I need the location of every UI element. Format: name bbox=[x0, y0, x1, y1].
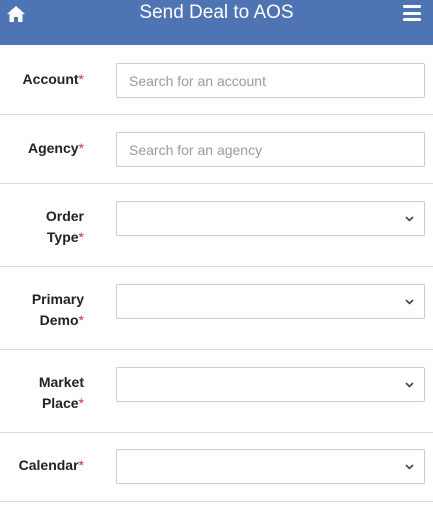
market-place-row: Market Place* bbox=[0, 350, 433, 433]
chevron-down-icon bbox=[405, 215, 414, 222]
app-header: Send Deal to AOS bbox=[0, 0, 433, 45]
primary-demo-row: Primary Demo* bbox=[0, 267, 433, 350]
order-type-row: Order Type* bbox=[0, 184, 433, 267]
calendar-label: Calendar* bbox=[18, 457, 84, 473]
order-type-select[interactable] bbox=[116, 201, 425, 236]
calendar-select[interactable] bbox=[116, 449, 425, 484]
order-type-label: Order Type* bbox=[45, 208, 84, 245]
agency-label: Agency* bbox=[27, 140, 84, 156]
primary-demo-select[interactable] bbox=[116, 284, 425, 319]
chevron-down-icon bbox=[405, 463, 414, 470]
market-place-label: Market Place* bbox=[38, 374, 84, 411]
chevron-down-icon bbox=[405, 381, 414, 388]
agency-search-input[interactable] bbox=[116, 132, 425, 167]
calendar-row: Calendar* bbox=[0, 433, 433, 502]
chevron-down-icon bbox=[405, 298, 414, 305]
page-title: Send Deal to AOS bbox=[139, 2, 294, 23]
account-search-input[interactable] bbox=[116, 63, 425, 98]
primary-demo-label: Primary Demo* bbox=[31, 291, 84, 328]
hamburger-menu-icon[interactable] bbox=[403, 5, 421, 21]
account-row: Account* bbox=[0, 45, 433, 115]
market-place-select[interactable] bbox=[116, 367, 425, 402]
account-label: Account* bbox=[22, 71, 84, 87]
agency-row: Agency* bbox=[0, 115, 433, 184]
